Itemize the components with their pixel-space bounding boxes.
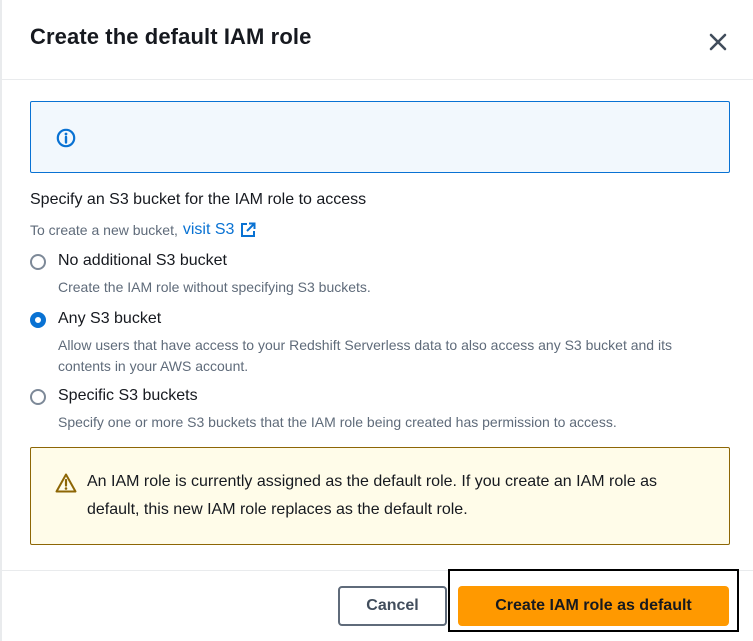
external-link-icon: [241, 222, 256, 237]
info-icon: [56, 128, 76, 148]
warning-alert: An IAM role is currently assigned as the…: [30, 447, 730, 545]
radio-button-selected[interactable]: [30, 312, 46, 328]
warning-text: An IAM role is currently assigned as the…: [87, 473, 658, 518]
helper-prefix: To create a new bucket,: [30, 222, 178, 238]
radio-label: No additional S3 bucket: [58, 252, 227, 269]
radio-button[interactable]: [30, 254, 46, 270]
modal-title: Create the default IAM role: [30, 24, 312, 49]
create-iam-role-modal: Create the default IAM role Specify an S…: [0, 0, 753, 641]
visit-s3-link[interactable]: visit S3: [183, 221, 257, 239]
radio-description: Create the IAM role without specifying S…: [58, 279, 371, 295]
radio-description: Specify one or more S3 buckets that the …: [58, 414, 617, 430]
info-alert: [30, 101, 730, 173]
modal-header: Create the default IAM role: [2, 0, 753, 80]
visit-s3-link-label: visit S3: [182, 221, 235, 238]
cancel-button[interactable]: Cancel: [338, 586, 447, 626]
radio-description: Allow users that have access to your Red…: [58, 337, 672, 374]
warning-icon: [55, 473, 77, 493]
bucket-section-label: Specify an S3 bucket for the IAM role to…: [30, 191, 367, 208]
create-iam-role-default-button[interactable]: Create IAM role as default: [458, 586, 729, 626]
bucket-helper-text: To create a new bucket, visit S3: [30, 221, 256, 239]
radio-button[interactable]: [30, 389, 46, 405]
radio-label: Specific S3 buckets: [58, 387, 198, 404]
radio-label: Any S3 bucket: [58, 310, 162, 327]
close-button[interactable]: [702, 26, 734, 58]
close-icon: [709, 33, 727, 51]
